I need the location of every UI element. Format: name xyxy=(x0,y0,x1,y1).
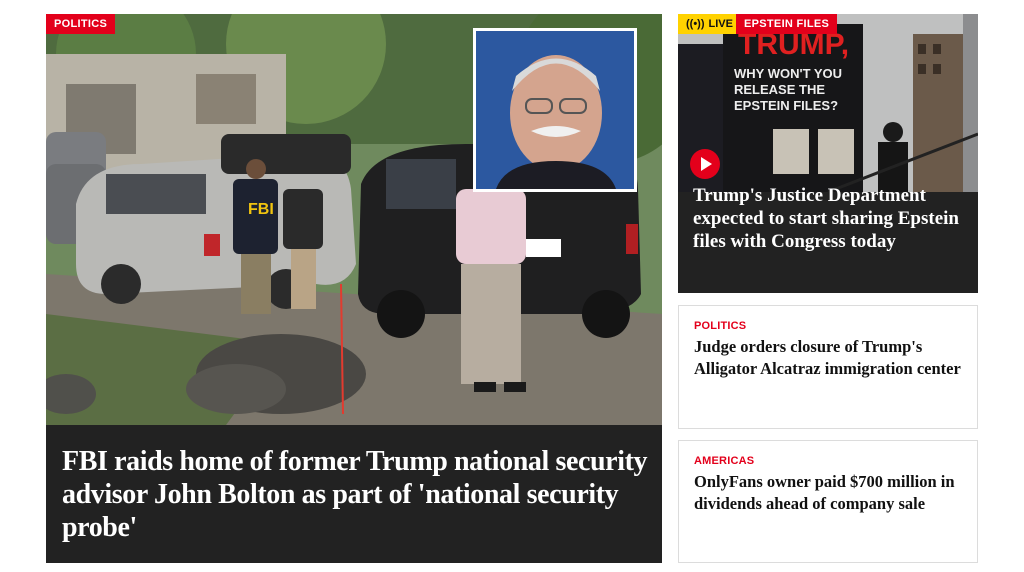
live-broadcast-icon: ((•)) xyxy=(686,18,705,30)
side-top-story[interactable]: TRUMP, WHY WON'T YOU RELEASE THE EPSTEIN… xyxy=(678,14,978,293)
live-label: LIVE xyxy=(708,18,733,30)
play-icon[interactable] xyxy=(690,149,720,179)
billboard-line-4: EPSTEIN FILES? xyxy=(734,98,838,113)
times-square-photo[interactable]: TRUMP, WHY WON'T YOU RELEASE THE EPSTEIN… xyxy=(678,14,978,192)
side-top-headline[interactable]: Trump's Justice Department expected to s… xyxy=(693,184,968,253)
portrait-illustration xyxy=(476,31,634,189)
epstein-files-tag[interactable]: EPSTEIN FILES xyxy=(736,14,838,34)
card2-headline[interactable]: OnlyFans owner paid $700 million in divi… xyxy=(694,471,964,515)
live-badge[interactable]: ((•)) LIVE xyxy=(678,14,739,34)
hero-headline[interactable]: FBI raids home of former Trump national … xyxy=(62,445,652,544)
billboard-illustration: TRUMP, WHY WON'T YOU RELEASE THE EPSTEIN… xyxy=(678,14,978,192)
story-card-onlyfans[interactable]: AMERICAS OnlyFans owner paid $700 millio… xyxy=(678,440,978,563)
billboard-line-2: WHY WON'T YOU xyxy=(734,66,842,81)
hero-caption: FBI raids home of former Trump national … xyxy=(46,425,662,563)
billboard-line-3: RELEASE THE xyxy=(734,82,825,97)
story-card-alligator-alcatraz[interactable]: POLITICS Judge orders closure of Trump's… xyxy=(678,305,978,429)
hero-story[interactable]: FBI POLITICS FBI raids home of former Tr… xyxy=(46,14,662,563)
card1-headline[interactable]: Judge orders closure of Trump's Alligato… xyxy=(694,336,964,380)
hero-category-tag[interactable]: POLITICS xyxy=(46,14,116,34)
card1-category[interactable]: POLITICS xyxy=(694,320,746,332)
card2-category[interactable]: AMERICAS xyxy=(694,455,754,467)
bolton-portrait-inset xyxy=(473,28,637,192)
fbi-vest-text: FBI xyxy=(248,201,274,218)
hero-photo[interactable]: FBI POLITICS xyxy=(46,14,662,425)
